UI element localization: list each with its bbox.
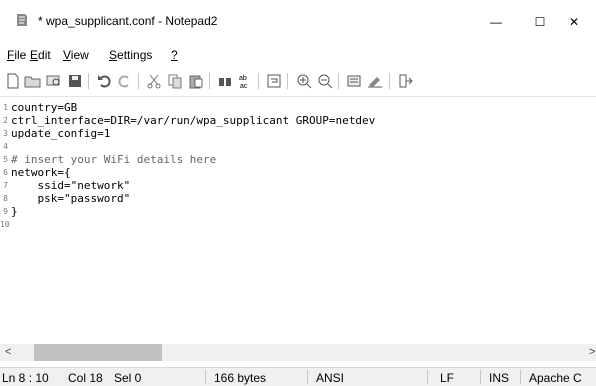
line-text: network={: [11, 166, 71, 179]
line-number: 3: [3, 129, 8, 138]
line-text: psk="password": [11, 192, 131, 205]
insert-mode[interactable]: INS: [489, 371, 509, 385]
window-title: * wpa_supplicant.conf - Notepad2: [38, 14, 218, 28]
line-number: 1: [3, 103, 8, 112]
column-position: Col 18: [68, 371, 103, 385]
line-number: 2: [3, 116, 8, 125]
line-text: ssid="network": [11, 179, 131, 192]
new-file-icon[interactable]: [4, 72, 22, 90]
open-folder-icon[interactable]: [24, 72, 42, 90]
zoom-out-icon[interactable]: [316, 72, 334, 90]
encoding[interactable]: ANSI: [316, 371, 344, 385]
file-size: 166 bytes: [214, 371, 267, 385]
line-text: }: [11, 205, 18, 218]
undo-icon[interactable]: [95, 72, 113, 90]
menu-help[interactable]: ?: [171, 48, 178, 62]
line-text: country=GB: [11, 101, 78, 114]
line-number: 8: [3, 194, 8, 203]
notepad-icon: [17, 14, 27, 26]
scroll-right-icon[interactable]: >: [589, 346, 595, 358]
line-ending[interactable]: LF: [440, 371, 454, 385]
cut-icon[interactable]: [145, 72, 163, 90]
toolbar-separator: [88, 73, 89, 89]
menu-edit[interactable]: Edit: [30, 48, 51, 62]
svg-text:ab: ab: [239, 75, 247, 82]
line-number: 7: [3, 181, 8, 190]
close-button[interactable]: ✕: [552, 6, 596, 38]
text-editor[interactable]: 1 country=GB 2 ctrl_interface=DIR=/var/run…: [0, 96, 596, 345]
title-bar: * wpa_supplicant.conf - Notepad2 — ☐ ✕: [0, 0, 596, 44]
line-text: update_config=1: [11, 127, 111, 140]
status-separator: [205, 370, 206, 384]
customize-icon[interactable]: [366, 72, 384, 90]
paste-icon[interactable]: [187, 72, 205, 90]
find-icon[interactable]: [216, 72, 234, 90]
redo-icon[interactable]: [116, 72, 134, 90]
word-wrap-icon[interactable]: [265, 72, 283, 90]
minimize-button[interactable]: —: [474, 6, 518, 38]
replace-icon[interactable]: ab ac: [237, 72, 255, 90]
status-separator: [520, 370, 521, 384]
scroll-left-icon[interactable]: <: [5, 346, 11, 358]
line-number: 6: [3, 168, 8, 177]
svg-text:ac: ac: [240, 83, 248, 90]
toolbar-separator: [389, 73, 390, 89]
toolbar-separator: [258, 73, 259, 89]
scheme-icon[interactable]: [345, 72, 363, 90]
horizontal-scrollbar[interactable]: < >: [0, 344, 596, 361]
maximize-icon: ☐: [534, 15, 546, 29]
status-separator: [307, 370, 308, 384]
toolbar-separator: [138, 73, 139, 89]
toolbar-separator: [209, 73, 210, 89]
line-text: ctrl_interface=DIR=/var/run/wpa_supplica…: [11, 114, 376, 127]
line-position: Ln 8 : 10: [2, 371, 49, 385]
copy-icon[interactable]: [166, 72, 184, 90]
menu-bar: File Edit View Settings ?: [0, 44, 596, 66]
status-separator: [427, 370, 428, 384]
menu-view[interactable]: View: [63, 48, 89, 62]
toolbar: ab ac: [0, 66, 596, 96]
exit-icon[interactable]: [396, 72, 414, 90]
line-number: 10: [0, 220, 10, 229]
save-icon[interactable]: [66, 72, 84, 90]
zoom-in-icon[interactable]: [295, 72, 313, 90]
toolbar-separator: [287, 73, 288, 89]
line-number: 9: [3, 207, 8, 216]
minimize-icon: —: [490, 15, 502, 29]
line-number: 5: [3, 155, 8, 164]
toolbar-separator: [338, 73, 339, 89]
line-number: 4: [3, 142, 8, 151]
line-text: # insert your WiFi details here: [11, 153, 217, 166]
close-icon: ✕: [568, 15, 580, 29]
lexer-name[interactable]: Apache C: [529, 371, 582, 385]
browse-icon[interactable]: [45, 72, 63, 90]
selection-count: Sel 0: [114, 371, 142, 385]
status-separator: [480, 370, 481, 384]
menu-settings[interactable]: Settings: [109, 48, 152, 62]
menu-file[interactable]: File: [7, 48, 26, 62]
scrollbar-thumb[interactable]: [34, 344, 162, 361]
status-bar: Ln 8 : 10 Col 18 Sel 0 166 bytes ANSI LF…: [0, 367, 596, 386]
